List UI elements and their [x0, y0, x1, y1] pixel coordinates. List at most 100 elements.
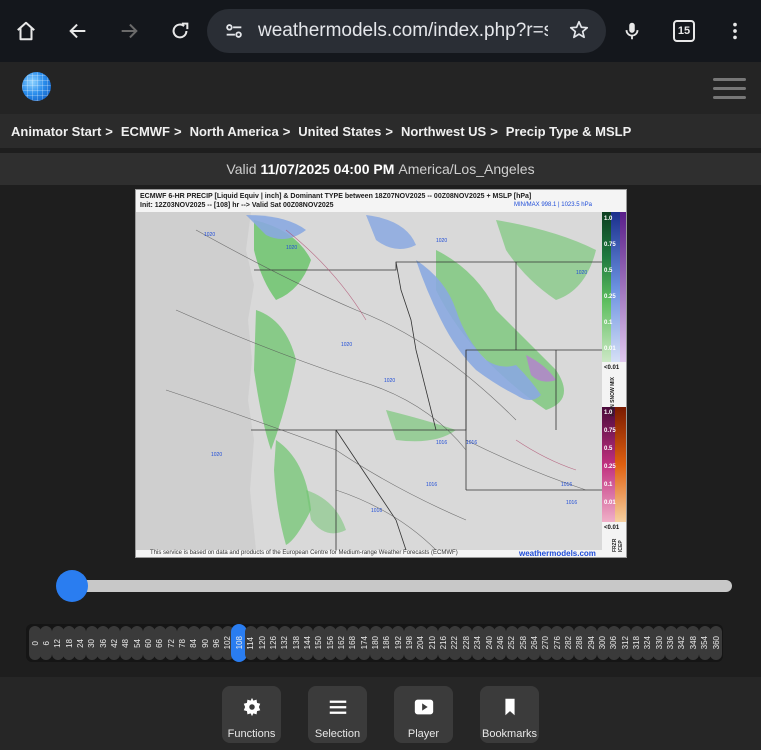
forecast-hour-chip[interactable]: 336 — [664, 626, 677, 660]
forecast-hour-label: 132 — [280, 636, 290, 650]
breadcrumb-item[interactable]: ECMWF — [121, 124, 170, 139]
forecast-hour-chip[interactable]: 114 — [244, 626, 257, 660]
forecast-hour-chip[interactable]: 216 — [437, 626, 450, 660]
forecast-hour-chip[interactable]: 198 — [403, 626, 416, 660]
forecast-hour-chip[interactable]: 306 — [607, 626, 620, 660]
breadcrumb-item[interactable]: Animator Start — [11, 124, 101, 139]
slider-thumb[interactable] — [56, 570, 88, 602]
forecast-hour-chip[interactable]: 72 — [165, 626, 178, 660]
forecast-hour-chip[interactable]: 78 — [176, 626, 189, 660]
forecast-hour-chip[interactable]: 360 — [710, 626, 722, 660]
forecast-hour-chip[interactable]: 180 — [369, 626, 382, 660]
forecast-map[interactable]: ECMWF 6-HR PRECIP [Liquid Equiv | inch] … — [135, 189, 627, 558]
forecast-hour-chip[interactable]: 120 — [256, 626, 268, 660]
player-button[interactable]: Player — [394, 686, 453, 743]
browser-menu-button[interactable] — [717, 13, 753, 49]
forecast-hour-chip[interactable]: 288 — [573, 626, 586, 660]
forecast-hour-chip[interactable]: 150 — [312, 626, 325, 660]
slider-track[interactable] — [66, 580, 732, 592]
forecast-hour-chip[interactable]: 0 — [29, 626, 41, 660]
microphone-icon — [625, 22, 639, 40]
forecast-hour-chip[interactable]: 36 — [97, 626, 110, 660]
timeline-slider[interactable] — [56, 570, 732, 602]
selection-button[interactable]: Selection — [308, 686, 367, 743]
forecast-hour-chip[interactable]: 42 — [108, 626, 121, 660]
home-button[interactable] — [8, 13, 44, 49]
menu-line — [713, 96, 746, 99]
forecast-hour-chip[interactable]: 156 — [324, 626, 337, 660]
forecast-hour-chip[interactable]: 252 — [505, 626, 518, 660]
forecast-hour-chip[interactable]: 228 — [460, 626, 473, 660]
forecast-hour-chip[interactable]: 186 — [380, 626, 393, 660]
forecast-hour-chip[interactable]: 54 — [131, 626, 144, 660]
forecast-hour-label: 354 — [700, 636, 710, 650]
forecast-hour-chip[interactable]: 24 — [74, 626, 87, 660]
address-bar[interactable]: weathermodels.com/index.php?r=site — [207, 9, 606, 53]
voice-search-button[interactable] — [614, 13, 650, 49]
forecast-hour-chip[interactable]: 276 — [551, 626, 564, 660]
forecast-hour-chip[interactable]: 138 — [290, 626, 303, 660]
forecast-hour-label: 0 — [30, 640, 40, 646]
menu-button[interactable] — [713, 78, 746, 100]
forecast-hour-chip[interactable]: 222 — [448, 626, 461, 660]
breadcrumb-item[interactable]: Northwest US — [401, 124, 486, 139]
forecast-hour-chip[interactable]: 48 — [119, 626, 132, 660]
forecast-hour-chip[interactable]: 168 — [346, 626, 359, 660]
map-canvas — [136, 212, 602, 551]
forecast-hour-chip[interactable]: 66 — [153, 626, 166, 660]
functions-button[interactable]: Functions — [222, 686, 281, 743]
forecast-hour-chip[interactable]: 144 — [301, 626, 314, 660]
forecast-hour-chip[interactable]: 240 — [483, 626, 495, 660]
forecast-hour-chip[interactable]: 96 — [210, 626, 223, 660]
forecast-hour-chip[interactable]: 162 — [335, 626, 348, 660]
legend-top-label: 0.01 — [604, 346, 616, 352]
tab-switcher-button[interactable]: 15 — [666, 13, 702, 49]
forecast-hour-chip[interactable]: 234 — [471, 626, 484, 660]
forecast-hour-chip[interactable]: 300 — [596, 626, 609, 660]
forecast-hour-chip[interactable]: 204 — [414, 626, 427, 660]
forecast-hour-chip[interactable]: 258 — [517, 626, 530, 660]
forecast-hour-chip[interactable]: 270 — [539, 626, 552, 660]
map-header-line1: ECMWF 6-HR PRECIP [Liquid Equiv | inch] … — [140, 193, 532, 200]
site-settings-icon[interactable] — [223, 20, 245, 42]
forecast-hour-chip[interactable]: 60 — [142, 626, 155, 660]
forecast-hour-chip[interactable]: 324 — [641, 626, 654, 660]
forecast-hour-chip[interactable]: 90 — [199, 626, 212, 660]
forecast-hour-chip[interactable]: 12 — [51, 626, 64, 660]
isobar-label: 1020 — [384, 378, 396, 384]
forecast-hour-label: 186 — [382, 636, 392, 650]
forecast-hour-chip[interactable]: 192 — [392, 626, 405, 660]
legend-top-label: 1.0 — [604, 216, 613, 222]
isobar-label: 1016 — [436, 440, 448, 446]
forecast-hour-chip[interactable]: 312 — [619, 626, 632, 660]
breadcrumb-item[interactable]: North America — [190, 124, 279, 139]
forecast-hour-chip[interactable]: 264 — [528, 626, 541, 660]
bookmark-star-icon[interactable] — [568, 19, 590, 41]
forecast-hour-chip[interactable]: 348 — [687, 626, 700, 660]
reload-button[interactable] — [162, 13, 198, 49]
breadcrumb-item[interactable]: Precip Type & MSLP — [506, 124, 631, 139]
url-text: weathermodels.com/index.php?r=site — [258, 20, 548, 41]
forecast-hour-label: 30 — [87, 638, 97, 648]
forecast-hour-chip[interactable]: 132 — [278, 626, 291, 660]
forecast-hour-chip[interactable]: 174 — [358, 626, 371, 660]
forward-button[interactable] — [111, 13, 147, 49]
forecast-hour-chip[interactable]: 246 — [494, 626, 507, 660]
legend-top-label: 0.1 — [604, 320, 613, 326]
back-button[interactable] — [60, 13, 96, 49]
forecast-hour-chip[interactable]: 84 — [187, 626, 200, 660]
forecast-hour-chip[interactable]: 294 — [585, 626, 598, 660]
forecast-hour-chip[interactable]: 318 — [630, 626, 643, 660]
forecast-hour-chip[interactable]: 354 — [698, 626, 711, 660]
forecast-hour-chip[interactable]: 18 — [63, 626, 76, 660]
forecast-hour-chip[interactable]: 330 — [653, 626, 666, 660]
forecast-hour-chip[interactable]: 210 — [426, 626, 439, 660]
forecast-hour-chip[interactable]: 282 — [562, 626, 575, 660]
site-logo-globe-icon[interactable] — [22, 72, 51, 101]
breadcrumb-item[interactable]: United States — [298, 124, 381, 139]
bookmarks-button[interactable]: Bookmarks — [480, 686, 539, 743]
forecast-hour-chip[interactable]: 30 — [85, 626, 98, 660]
forecast-hour-chip[interactable]: 126 — [267, 626, 280, 660]
forecast-hour-chip[interactable]: 342 — [675, 626, 688, 660]
forecast-hour-chip[interactable]: 6 — [40, 626, 53, 660]
